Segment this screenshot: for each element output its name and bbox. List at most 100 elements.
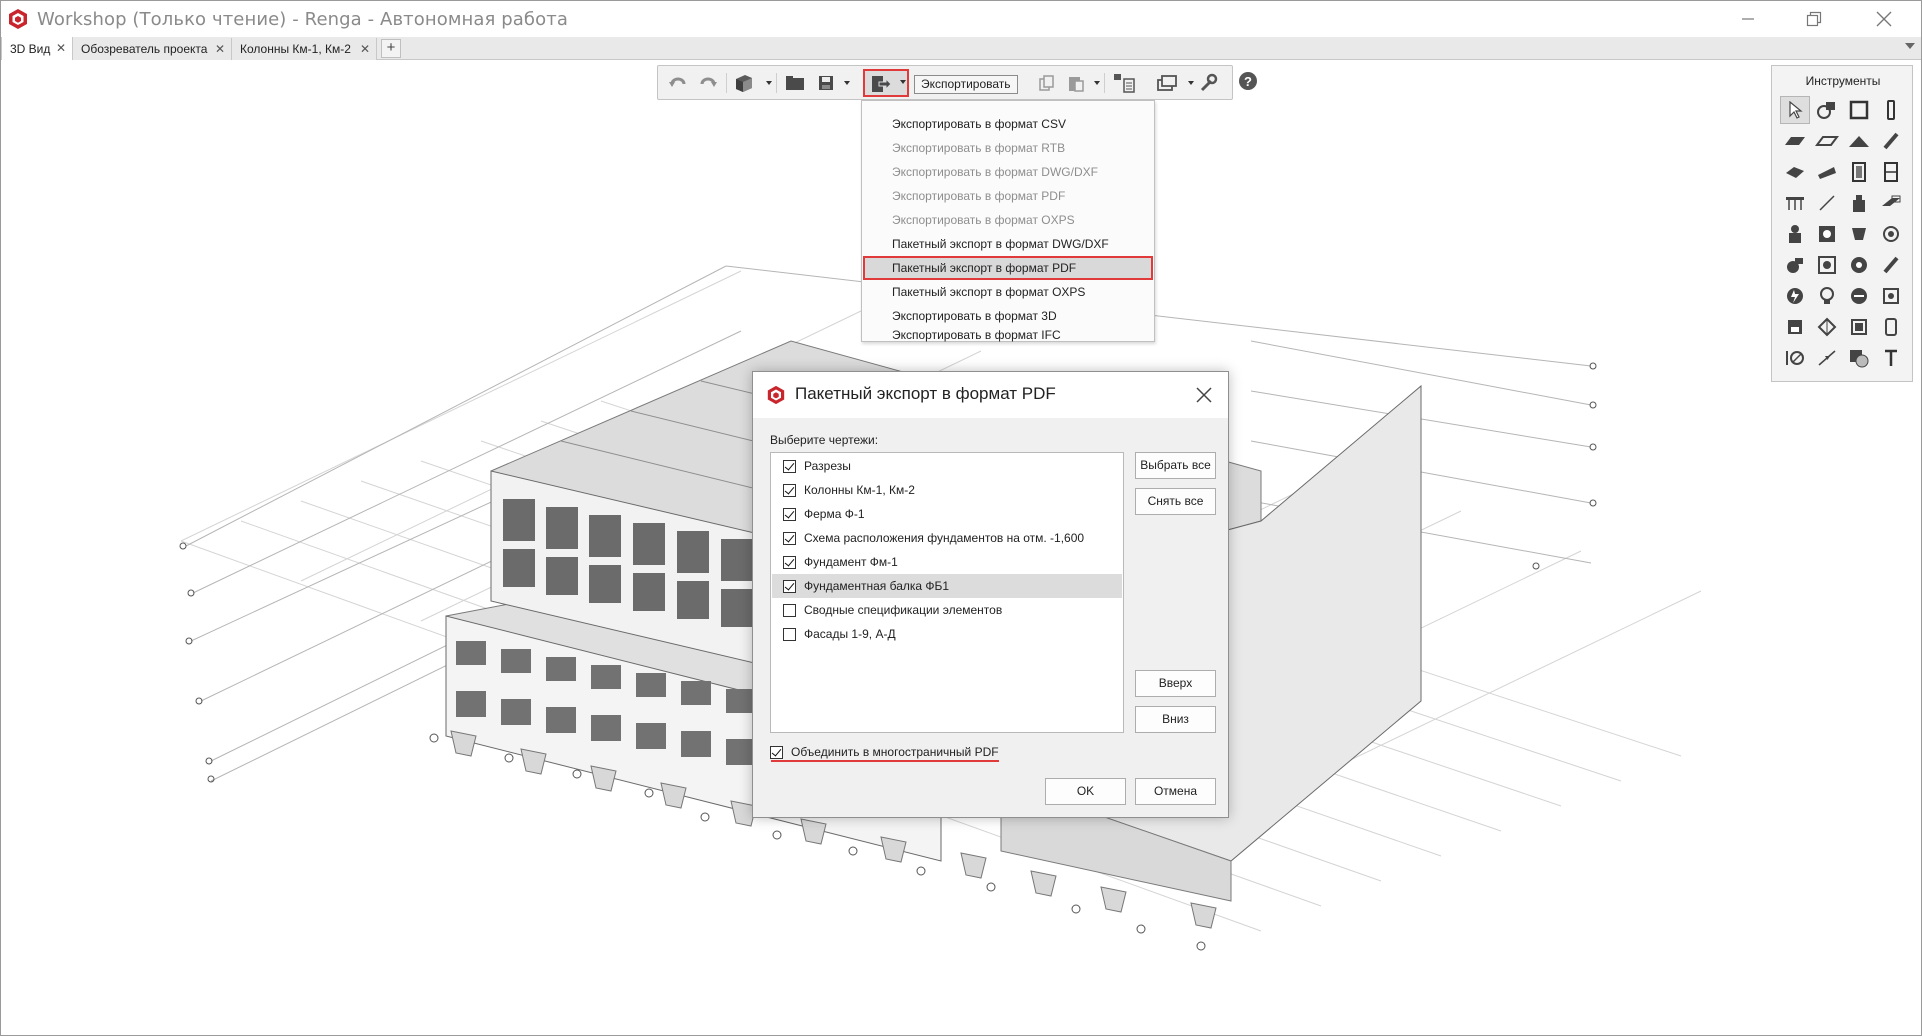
sheet-checkbox[interactable] [783,627,796,641]
sheet-checkbox[interactable] [783,459,796,473]
tool-select[interactable] [1780,96,1810,124]
sheet-row[interactable]: Фасады 1-9, А-Д [772,622,1122,646]
sheet-row[interactable]: Фундамент Фм-1 [772,550,1122,574]
tool-text[interactable] [1876,344,1906,372]
copy-button[interactable] [1034,71,1058,95]
tool-mechanical[interactable] [1844,220,1874,248]
tab-close-icon[interactable]: ✕ [56,41,66,55]
cancel-button[interactable]: Отмена [1135,778,1216,805]
tool-fan[interactable] [1844,251,1874,279]
restore-button[interactable] [1783,1,1845,37]
view-dropdown-chevron-icon[interactable] [766,81,772,85]
select-all-button[interactable]: Выбрать все [1135,452,1216,479]
paste-dropdown-chevron-icon[interactable] [1094,81,1100,85]
tool-plumbing[interactable] [1780,220,1810,248]
open-button[interactable] [782,71,808,95]
tab-close-icon[interactable]: ✕ [215,42,225,56]
tab-close-icon[interactable]: ✕ [360,42,370,56]
layers-dropdown-chevron-icon[interactable] [1188,81,1194,85]
tool-assembly[interactable] [1812,96,1842,124]
tools-panel-title: Инструменты [1805,74,1881,88]
tool-dimension[interactable] [1780,344,1810,372]
redo-button[interactable] [696,71,720,95]
ok-button[interactable]: OK [1045,778,1126,805]
tool-equipment[interactable] [1844,189,1874,217]
sheet-checkbox[interactable] [783,603,796,617]
tool-flex-duct[interactable] [1876,251,1906,279]
menu-batch-export-dwg[interactable]: Пакетный экспорт в формат DWG/DXF [863,232,1153,256]
beam-icon [1883,132,1899,150]
save-dropdown-chevron-icon[interactable] [844,81,850,85]
undo-button[interactable] [666,71,690,95]
tool-fitting[interactable] [1812,220,1842,248]
menu-export-csv[interactable]: Экспортировать в формат CSV [863,112,1153,136]
tool-profile[interactable] [1876,189,1906,217]
view-cube-button[interactable] [730,71,758,95]
add-tab-button[interactable]: + [381,39,401,58]
tool-wall[interactable] [1780,127,1810,155]
save-button[interactable] [814,71,838,95]
menu-batch-export-oxps[interactable]: Пакетный экспорт в формат OXPS [863,280,1153,304]
tool-window[interactable] [1876,158,1906,186]
tool-room[interactable] [1844,96,1874,124]
layers-button[interactable] [1154,71,1182,95]
tool-electric[interactable] [1780,282,1810,310]
help-button-wrap[interactable]: ? [1238,71,1260,93]
sheet-label: Разрезы [804,459,851,473]
tool-panel[interactable] [1876,282,1906,310]
tab-project-explorer[interactable]: Обозреватель проекта ✕ [73,38,232,60]
tool-duct[interactable] [1876,220,1906,248]
tool-lighting[interactable] [1812,282,1842,310]
dialog-title: Пакетный экспорт в формат PDF [795,384,1056,403]
move-up-button[interactable]: Вверх [1135,670,1216,697]
sheet-checkbox[interactable] [783,555,796,569]
sheet-row[interactable]: Ферма Ф-1 [772,502,1122,526]
sheet-checkbox[interactable] [783,579,796,593]
merge-pdf-option[interactable]: Объединить в многостраничный PDF [770,743,999,761]
tool-pipe[interactable] [1780,251,1810,279]
tool-column[interactable] [1876,96,1906,124]
help-button[interactable] [1204,71,1228,95]
menu-export-ifc[interactable]: Экспортировать в формат IFC [863,328,1153,342]
tool-railing[interactable] [1780,189,1810,217]
tool-opening[interactable] [1876,313,1906,341]
sheet-row-selected[interactable]: Фундаментная балка ФБ1 [772,574,1122,598]
deselect-all-button[interactable]: Снять все [1135,488,1216,515]
tabs-overflow-chevron-icon[interactable] [1905,43,1915,49]
tool-stair[interactable] [1780,158,1810,186]
menu-export-3d[interactable]: Экспортировать в формат 3D [863,304,1153,328]
tab-3d-view[interactable]: 3D Вид ✕ [1,37,73,60]
sheet-checkbox[interactable] [783,507,796,521]
tool-level[interactable] [1844,313,1874,341]
move-down-button[interactable]: Вниз [1135,706,1216,733]
tool-beam[interactable] [1876,127,1906,155]
paste-button[interactable] [1064,71,1088,95]
tool-elevation-mark[interactable] [1812,344,1842,372]
tool-ramp[interactable] [1812,158,1842,186]
tool-hatch[interactable] [1844,344,1874,372]
tool-accessory[interactable] [1812,251,1842,279]
sheet-row[interactable]: Разрезы [772,454,1122,478]
minimize-button[interactable] [1717,1,1779,37]
sheet-checkbox[interactable] [783,483,796,497]
tool-grid-axis[interactable] [1812,313,1842,341]
sheet-row[interactable]: Схема расположения фундаментов на отм. -… [772,526,1122,550]
tool-roof[interactable] [1844,127,1874,155]
sheet-checkbox[interactable] [783,531,796,545]
sheet-row[interactable]: Сводные спецификации элементов [772,598,1122,622]
tool-door[interactable] [1844,158,1874,186]
close-window-button[interactable] [1853,1,1915,37]
tab-label: Обозреватель проекта [81,42,208,56]
tab-columns-sheet[interactable]: Колонны Км-1, Км-2 ✕ [232,38,377,60]
menu-batch-export-pdf[interactable]: Пакетный экспорт в формат PDF [863,256,1153,280]
tool-annotation[interactable] [1780,313,1810,341]
dialog-close-button[interactable] [1192,383,1216,407]
tool-cable[interactable] [1844,282,1874,310]
tool-line[interactable] [1812,189,1842,217]
tool-slab[interactable] [1812,127,1842,155]
export-button[interactable] [863,69,909,97]
hierarchy-button[interactable] [1110,71,1138,95]
sheet-row[interactable]: Колонны Км-1, Км-2 [772,478,1122,502]
merge-pdf-checkbox[interactable] [770,745,783,759]
grid-axis-icon [1817,317,1837,337]
